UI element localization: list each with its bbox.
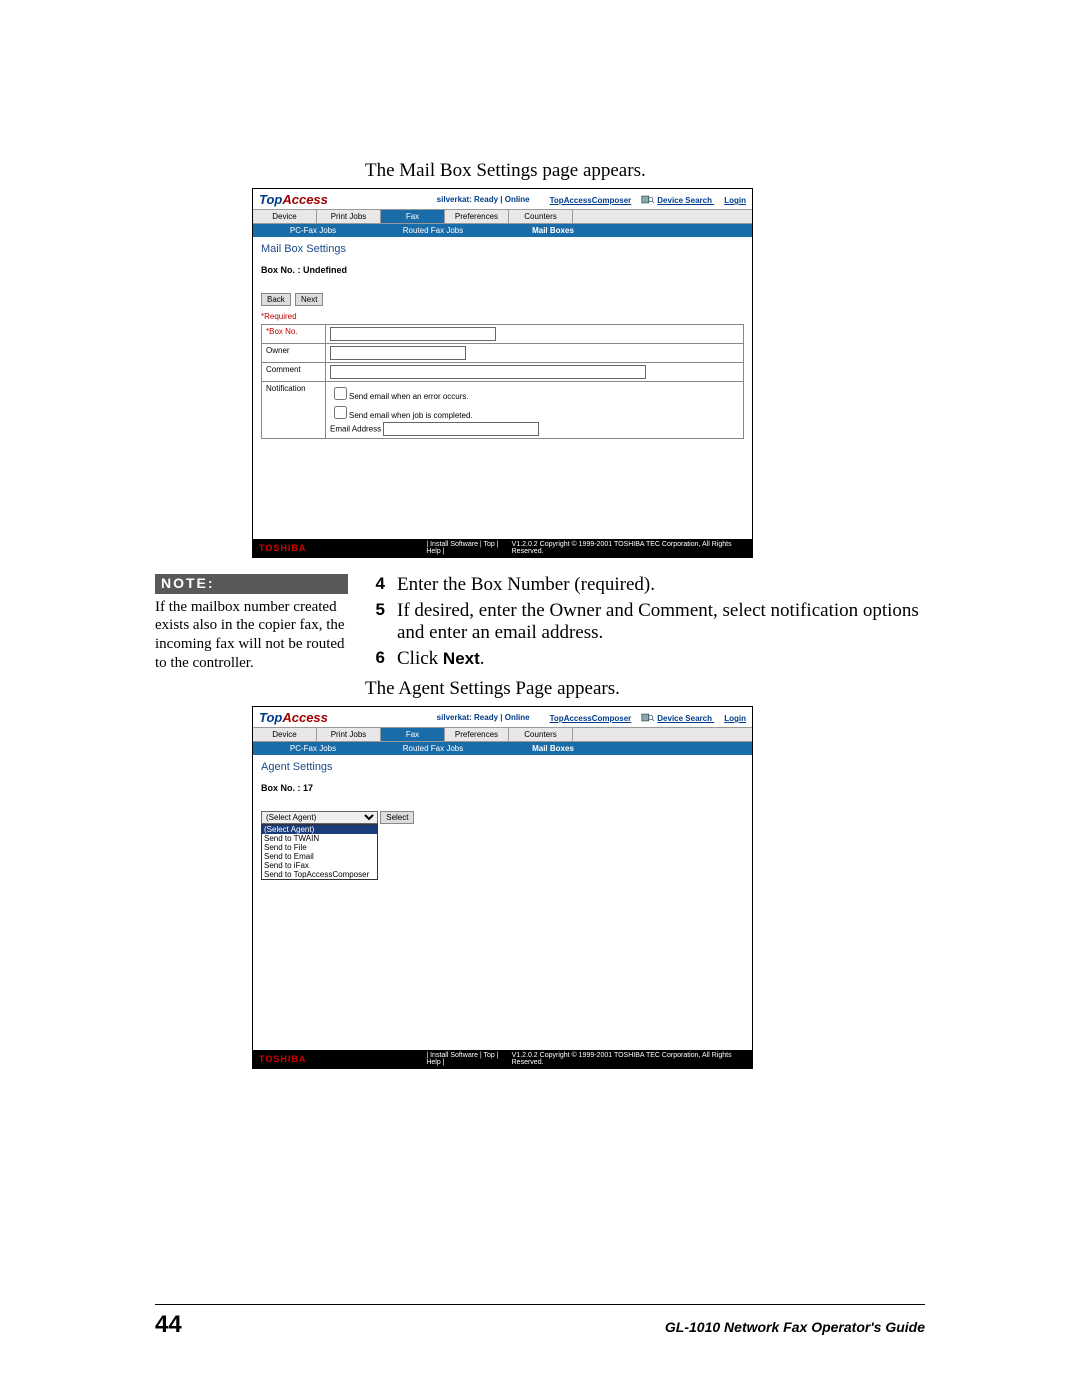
link-device-search[interactable]: Device Search — [641, 714, 714, 723]
sub-tabs: PC-Fax Jobs Routed Fax Jobs Mail Boxes — [253, 742, 752, 755]
select-button[interactable]: Select — [380, 811, 414, 824]
screenshot-mailbox-settings: TopAccess silverkat: Ready | Online TopA… — [252, 188, 753, 558]
link-login[interactable]: Login — [724, 196, 746, 205]
tab-counters[interactable]: Counters — [509, 210, 573, 223]
chk-done[interactable] — [334, 406, 347, 419]
required-note: *Required — [261, 312, 744, 321]
search-icon — [641, 712, 655, 723]
topaccess-logo: TopAccess — [259, 192, 328, 207]
link-device-search[interactable]: Device Search — [641, 196, 714, 205]
topaccess-logo: TopAccess — [259, 710, 328, 725]
footer-links[interactable]: | Install Software | Top | Help | — [426, 541, 511, 555]
note-heading: NOTE: — [155, 574, 348, 594]
step5-num: 5 — [359, 600, 385, 644]
tab-preferences[interactable]: Preferences — [445, 728, 509, 741]
agent-select[interactable]: (Select Agent) — [261, 811, 378, 824]
chk-done-label: Send email when job is completed. — [349, 411, 473, 420]
subtab-pcfax[interactable]: PC-Fax Jobs — [253, 744, 373, 753]
tab-device[interactable]: Device — [253, 728, 317, 741]
input-email[interactable] — [383, 422, 539, 436]
link-composer[interactable]: TopAccessComposer — [550, 714, 632, 723]
box-number-line: Box No. : 17 — [261, 783, 744, 793]
agent-opt-selectagent[interactable]: (Select Agent) — [262, 825, 377, 834]
screenshot-agent-settings: TopAccess silverkat: Ready | Online TopA… — [252, 706, 753, 1069]
input-box-no[interactable] — [330, 327, 496, 341]
subtab-mailboxes[interactable]: Mail Boxes — [493, 744, 613, 753]
tab-print-jobs[interactable]: Print Jobs — [317, 210, 381, 223]
step6-num: 6 — [359, 648, 385, 670]
agent-opt-twain[interactable]: Send to TWAIN — [262, 834, 377, 843]
settings-form: *Box No. Owner Comment Notification Send… — [261, 324, 744, 439]
subtab-routed[interactable]: Routed Fax Jobs — [373, 744, 493, 753]
step4-num: 4 — [359, 574, 385, 596]
agent-opt-composer[interactable]: Send to TopAccessComposer — [262, 870, 377, 879]
subtab-mailboxes[interactable]: Mail Boxes — [493, 226, 613, 235]
toshiba-logo: TOSHIBA — [259, 543, 306, 553]
label-email: Email Address — [330, 425, 381, 434]
page-title: Agent Settings — [261, 761, 744, 773]
input-comment[interactable] — [330, 365, 646, 379]
footer-links[interactable]: | Install Software | Top | Help | — [426, 1052, 511, 1066]
agent-opt-file[interactable]: Send to File — [262, 843, 377, 852]
page-title: Mail Box Settings — [261, 243, 744, 255]
label-owner: Owner — [262, 344, 326, 363]
link-login[interactable]: Login — [724, 714, 746, 723]
label-box-no: *Box No. — [262, 325, 326, 344]
box-number-line: Box No. : Undefined — [261, 265, 744, 275]
tab-fax[interactable]: Fax — [381, 210, 445, 223]
note-body: If the mailbox number created exists als… — [155, 598, 345, 673]
sub-tabs: PC-Fax Jobs Routed Fax Jobs Mail Boxes — [253, 224, 752, 237]
agent-opt-ifax[interactable]: Send to iFax — [262, 861, 377, 870]
footer-copyright: V1.2.0.2 Copyright © 1999-2001 TOSHIBA T… — [512, 1052, 746, 1066]
chk-error-label: Send email when an error occurs. — [349, 392, 469, 401]
input-owner[interactable] — [330, 346, 466, 360]
next-button[interactable]: Next — [295, 293, 323, 306]
tab-counters[interactable]: Counters — [509, 728, 573, 741]
tab-fax[interactable]: Fax — [381, 728, 445, 741]
agent-dropdown-list[interactable]: (Select Agent) Send to TWAIN Send to Fil… — [261, 824, 378, 880]
link-composer[interactable]: TopAccessComposer — [550, 196, 632, 205]
guide-title: GL-1010 Network Fax Operator's Guide — [665, 1319, 925, 1335]
step6-text: Click Next. — [397, 648, 925, 670]
footer-copyright: V1.2.0.2 Copyright © 1999-2001 TOSHIBA T… — [512, 541, 746, 555]
device-status: silverkat: Ready | Online — [437, 195, 530, 204]
toshiba-logo: TOSHIBA — [259, 1054, 306, 1064]
intro-text-1: The Mail Box Settings page appears. — [365, 160, 925, 182]
step5-text: If desired, enter the Owner and Comment,… — [397, 600, 925, 644]
label-notification: Notification — [262, 382, 326, 439]
page-number: 44 — [155, 1311, 182, 1339]
step4-text: Enter the Box Number (required). — [397, 574, 925, 596]
tab-preferences[interactable]: Preferences — [445, 210, 509, 223]
main-tabs: Device Print Jobs Fax Preferences Counte… — [253, 727, 752, 742]
back-button[interactable]: Back — [261, 293, 291, 306]
tab-device[interactable]: Device — [253, 210, 317, 223]
label-comment: Comment — [262, 363, 326, 382]
search-icon — [641, 194, 655, 205]
subtab-pcfax[interactable]: PC-Fax Jobs — [253, 226, 373, 235]
intro-text-2: The Agent Settings Page appears. — [365, 678, 925, 700]
subtab-routed[interactable]: Routed Fax Jobs — [373, 226, 493, 235]
chk-error[interactable] — [334, 387, 347, 400]
main-tabs: Device Print Jobs Fax Preferences Counte… — [253, 209, 752, 224]
agent-opt-email[interactable]: Send to Email — [262, 852, 377, 861]
device-status: silverkat: Ready | Online — [437, 713, 530, 722]
tab-print-jobs[interactable]: Print Jobs — [317, 728, 381, 741]
